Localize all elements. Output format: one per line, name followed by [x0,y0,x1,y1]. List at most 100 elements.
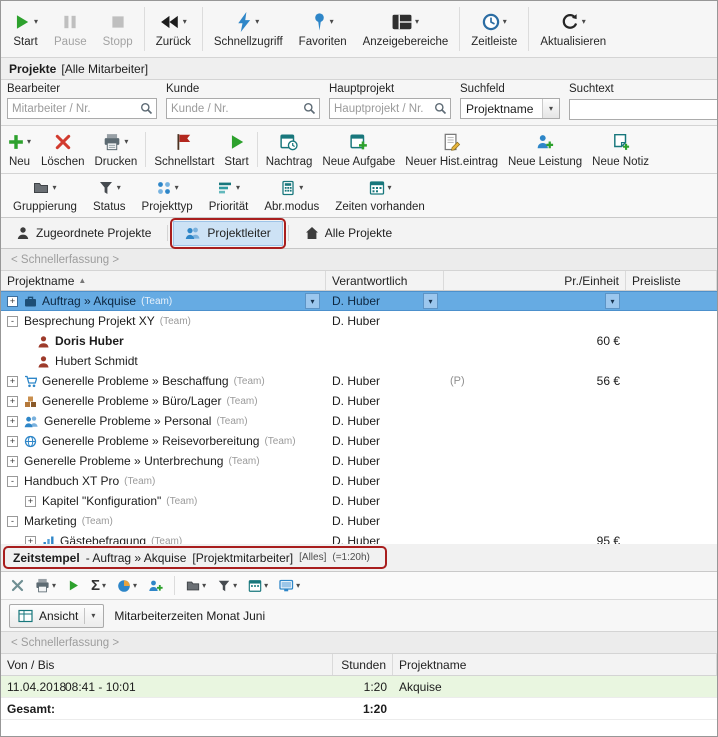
expand-toggle[interactable]: + [7,376,18,387]
expand-toggle[interactable]: - [7,476,18,487]
column-header-verantwortlich[interactable]: Verantwortlich [326,271,444,290]
chevron-down-icon[interactable]: ▾ [183,18,187,26]
combo-arrow-icon[interactable]: ▾ [305,293,320,309]
start-timestamp-button[interactable] [64,577,83,594]
back-button[interactable]: ▾ Zurück [148,3,199,55]
chevron-down-icon[interactable]: ▾ [503,18,507,26]
chevron-down-icon[interactable]: ▾ [133,582,137,590]
calendar-times-button[interactable]: ▾ [245,577,271,595]
sum-button[interactable]: Σ▾ [88,576,109,595]
chevron-down-icon[interactable]: ▾ [415,18,419,26]
chevron-down-icon[interactable]: ▾ [202,582,206,590]
kunde-input[interactable] [167,103,303,115]
expand-toggle[interactable]: - [7,316,18,327]
tab-alle-projekte[interactable]: Alle Projekte [294,221,403,246]
delete-button[interactable]: Löschen [36,128,89,171]
project-row[interactable]: + Generelle Probleme » Büro/Lager (Team)… [1,391,717,411]
expand-toggle[interactable]: + [7,296,18,307]
new-service-button[interactable]: Neue Leistung [503,128,587,171]
time-entry-row[interactable]: 11.04.2018 08:41 - 10:01 1:20 Akquise [1,676,717,698]
chevron-down-icon[interactable]: ▾ [582,18,586,26]
assign-person-button[interactable] [145,577,166,595]
billing-mode-button[interactable]: ▾ Abr.modus [256,176,327,215]
quickstart-button[interactable]: Schnellstart [149,128,219,171]
search-icon[interactable] [303,102,316,115]
suchtext-input[interactable] [570,104,718,116]
delete-timestamp-button[interactable] [8,577,27,594]
filter-times-button[interactable]: ▾ [214,577,240,595]
new-history-entry-button[interactable]: Neuer Hist.eintrag [400,128,503,171]
quick-access-button[interactable]: ▾ Schnellzugriff [206,3,291,55]
tab-zugeordnete-projekte[interactable]: Zugeordnete Projekte [5,221,162,246]
chevron-down-icon[interactable]: ▾ [233,582,237,590]
start-project-button[interactable]: Start [219,128,253,171]
chevron-down-icon[interactable]: ▾ [330,18,334,26]
chevron-down-icon[interactable]: ▾ [52,184,56,192]
tab-projektleiter[interactable]: Projektleiter [173,221,282,246]
chevron-down-icon[interactable]: ▾ [91,612,95,620]
combo-arrow-icon[interactable]: ▾ [605,293,620,309]
backdate-button[interactable]: Nachtrag [261,128,318,171]
project-row[interactable]: - Marketing (Team) D. Huber [1,511,717,531]
quick-entry-collapsed-bar[interactable]: < Schnellerfassung > [1,249,717,271]
hauptprojekt-input[interactable] [330,103,434,115]
status-filter-button[interactable]: ▾ Status [85,176,134,215]
quick-entry-collapsed-bar[interactable]: < Schnellerfassung > [1,632,717,654]
expand-toggle[interactable]: - [7,516,18,527]
new-task-button[interactable]: Neue Aufgabe [317,128,400,171]
chevron-down-icon[interactable]: ▾ [124,138,128,146]
chevron-down-icon[interactable]: ▾ [296,582,300,590]
display-areas-button[interactable]: ▾ Anzeigebereiche [355,3,457,55]
chevron-down-icon[interactable]: ▾ [542,99,559,118]
suchfeld-select[interactable]: Projektname ▾ [460,98,560,119]
project-row[interactable]: + Generelle Probleme » Unterbrechung (Te… [1,451,717,471]
chevron-down-icon[interactable]: ▾ [388,184,392,192]
chevron-down-icon[interactable]: ▾ [102,582,106,590]
print-times-button[interactable]: ▾ [32,576,59,595]
times-available-button[interactable]: ▾ Zeiten vorhanden [327,176,433,215]
project-row[interactable]: + Generelle Probleme » Personal (Team) D… [1,411,717,431]
expand-toggle[interactable]: + [7,396,18,407]
chevron-down-icon[interactable]: ▾ [175,184,179,192]
search-icon[interactable] [434,102,447,115]
expand-toggle[interactable]: + [7,456,18,467]
project-row[interactable]: + Gästebefragung (Team) D. Huber 95 € [1,531,717,544]
bearbeiter-input[interactable] [8,103,140,115]
new-note-button[interactable]: Neue Notiz [587,128,654,171]
chevron-down-icon[interactable]: ▾ [117,184,121,192]
column-header-von-bis[interactable]: Von / Bis [1,654,333,675]
member-row[interactable]: Hubert Schmidt [1,351,717,371]
project-row[interactable]: + Kapitel "Konfiguration" (Team) D. Hube… [1,491,717,511]
group-times-button[interactable]: ▾ [183,577,209,595]
priority-button[interactable]: ▾ Priorität [201,176,257,215]
print-button[interactable]: ▾ Drucken [90,128,143,171]
chart-button[interactable]: ▾ [114,577,140,595]
project-row[interactable]: + Generelle Probleme » Reisevorbereitung… [1,431,717,451]
start-button[interactable]: ▾ Start [5,3,46,55]
expand-toggle[interactable]: + [25,536,36,545]
refresh-button[interactable]: ▾ Aktualisieren [532,3,614,55]
project-row[interactable]: - Besprechung Projekt XY (Team) D. Huber [1,311,717,331]
column-header-preisliste[interactable]: Preisliste [626,271,717,290]
expand-toggle[interactable]: + [7,416,18,427]
chevron-down-icon[interactable]: ▾ [264,582,268,590]
grouping-button[interactable]: ▾ Gruppierung [5,176,85,215]
chevron-down-icon[interactable]: ▾ [27,138,31,146]
search-icon[interactable] [140,102,153,115]
project-row[interactable]: - Handbuch XT Pro (Team) D. Huber [1,471,717,491]
column-header-stunden[interactable]: Stunden [333,654,393,675]
chevron-down-icon[interactable]: ▾ [34,18,38,26]
chevron-down-icon[interactable]: ▾ [52,582,56,590]
column-header-pr-einheit[interactable]: Pr./Einheit [444,271,626,290]
member-row[interactable]: Doris Huber 60 € [1,331,717,351]
column-header-projektname[interactable]: Projektname [393,654,717,675]
expand-toggle[interactable]: + [25,496,36,507]
chevron-down-icon[interactable]: ▾ [236,184,240,192]
expand-toggle[interactable]: + [7,436,18,447]
project-row-selected[interactable]: + Auftrag » Akquise (Team) ▾ D. Huber ▾ … [1,291,717,311]
chevron-down-icon[interactable]: ▾ [255,18,259,26]
timeline-button[interactable]: ▾ Zeitleiste [463,3,525,55]
favorites-button[interactable]: ▾ Favoriten [291,3,355,55]
new-button[interactable]: ▾ Neu [3,128,36,171]
project-type-button[interactable]: ▾ Projekttyp [134,176,201,215]
